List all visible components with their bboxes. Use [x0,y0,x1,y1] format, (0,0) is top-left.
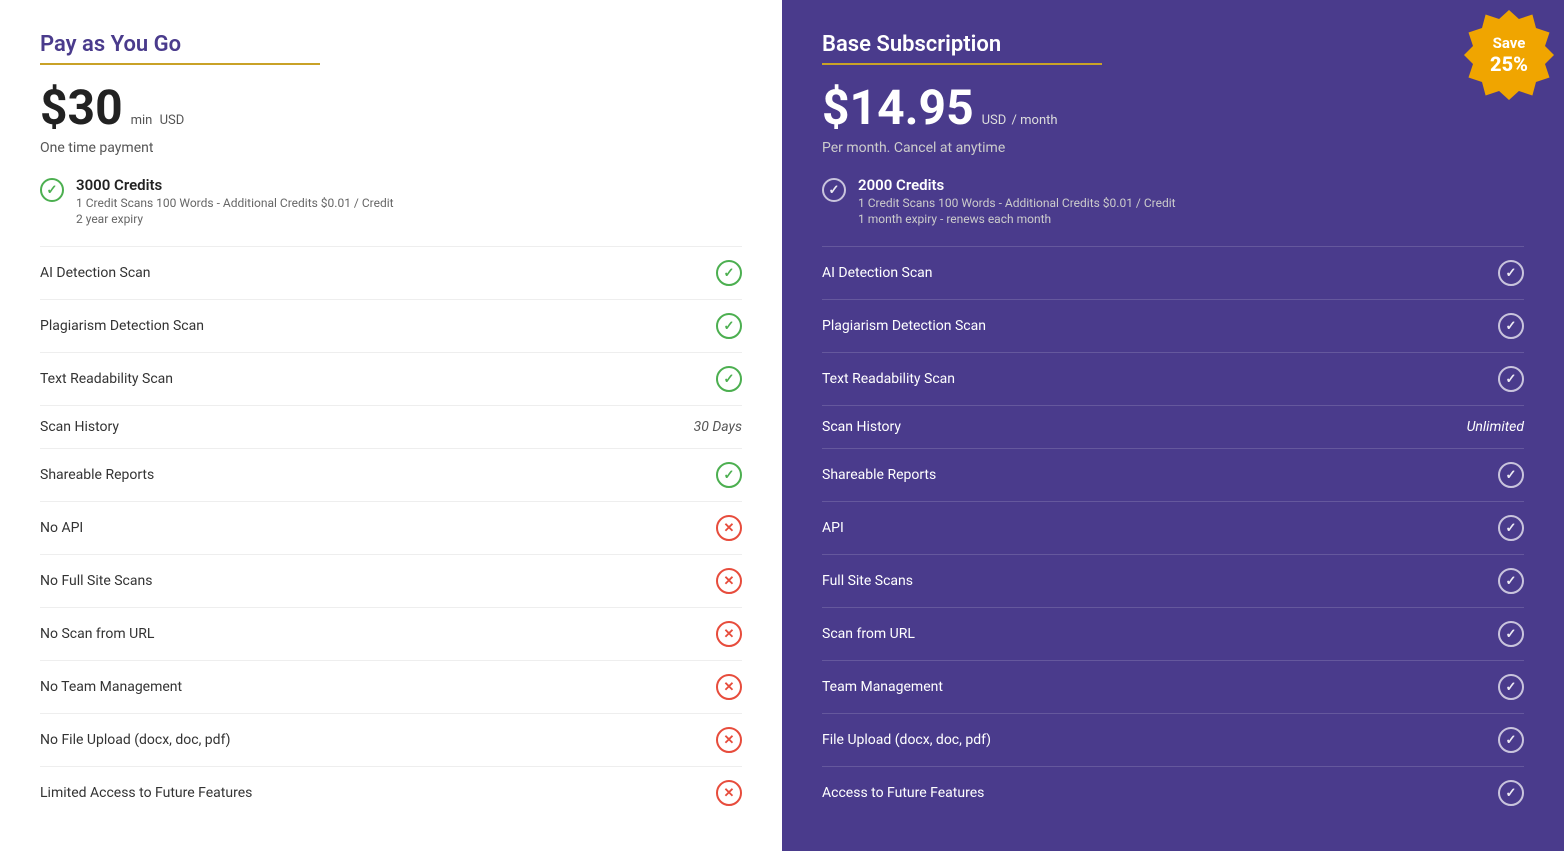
right-credits-detail2: 1 month expiry - renews each month [858,212,1176,226]
right-feature-icon [1498,568,1524,594]
left-feature-icon [716,727,742,753]
left-feature-row: No Team Management [40,660,742,713]
left-features-list: AI Detection Scan Plagiarism Detection Sc… [40,246,742,819]
right-feature-label: Scan from URL [822,626,915,642]
right-price-amount: $14.95 [822,79,974,136]
right-credits-block: 2000 Credits 1 Credit Scans 100 Words - … [822,176,1524,226]
left-feature-label: No File Upload (docx, doc, pdf) [40,732,230,748]
left-feature-row: No File Upload (docx, doc, pdf) [40,713,742,766]
left-feature-value: 30 Days [694,419,742,435]
right-feature-row: Text Readability Scan [822,352,1524,405]
left-feature-icon [716,780,742,806]
right-feature-icon [1498,366,1524,392]
right-feature-label: AI Detection Scan [822,265,933,281]
right-price-sub: Per month. Cancel at anytime [822,140,1524,156]
right-feature-icon [1498,727,1524,753]
right-feature-label: Team Management [822,679,943,695]
left-feature-row: AI Detection Scan [40,246,742,299]
left-credits-block: 3000 Credits 1 Credit Scans 100 Words - … [40,176,742,226]
left-price-sub: One time payment [40,140,742,156]
right-feature-icon [1498,260,1524,286]
right-feature-label: Text Readability Scan [822,371,955,387]
left-feature-label: Plagiarism Detection Scan [40,318,204,334]
right-feature-row: Scan History Unlimited [822,405,1524,448]
left-feature-row: No API [40,501,742,554]
save-badge-line1: Save [1493,34,1526,52]
right-feature-row: Access to Future Features [822,766,1524,819]
right-feature-row: Full Site Scans [822,554,1524,607]
left-feature-label: Scan History [40,419,119,435]
left-title-underline [40,63,320,65]
right-feature-row: Scan from URL [822,607,1524,660]
right-feature-label: API [822,520,844,536]
left-feature-row: Plagiarism Detection Scan [40,299,742,352]
right-panel: Save 25% Base Subscription $14.95 USD / … [782,0,1564,851]
left-feature-icon [716,515,742,541]
left-feature-icon [716,568,742,594]
left-feature-icon [716,260,742,286]
left-feature-icon [716,674,742,700]
left-feature-label: No API [40,520,83,536]
left-price-row: $30 min USD [40,79,742,136]
left-feature-row: Scan History 30 Days [40,405,742,448]
right-feature-row: Team Management [822,660,1524,713]
right-features-list: AI Detection Scan Plagiarism Detection Sc… [822,246,1524,819]
right-feature-row: Plagiarism Detection Scan [822,299,1524,352]
right-feature-icon [1498,621,1524,647]
left-feature-icon [716,462,742,488]
right-feature-label: File Upload (docx, doc, pdf) [822,732,991,748]
right-feature-label: Shareable Reports [822,467,936,483]
right-feature-icon [1498,313,1524,339]
right-feature-icon [1498,780,1524,806]
left-feature-row: No Scan from URL [40,607,742,660]
right-feature-icon [1498,515,1524,541]
save-badge-line2: 25% [1490,52,1528,76]
right-feature-label: Plagiarism Detection Scan [822,318,986,334]
left-plan-title: Pay as You Go [40,32,742,57]
left-price-suffix: min USD [131,113,185,128]
left-feature-label: Shareable Reports [40,467,154,483]
right-feature-row: File Upload (docx, doc, pdf) [822,713,1524,766]
right-feature-label: Full Site Scans [822,573,913,589]
right-price-label: USD / month [982,113,1058,128]
right-feature-icon [1498,462,1524,488]
right-plan-title: Base Subscription [822,32,1524,57]
right-price-row: $14.95 USD / month [822,79,1524,136]
left-feature-label: Limited Access to Future Features [40,785,252,801]
right-feature-row: AI Detection Scan [822,246,1524,299]
left-feature-icon [716,366,742,392]
right-feature-row: API [822,501,1524,554]
right-credits-detail1: 1 Credit Scans 100 Words - Additional Cr… [858,196,1176,210]
left-feature-label: Text Readability Scan [40,371,173,387]
left-feature-icon [716,313,742,339]
left-credits-detail1: 1 Credit Scans 100 Words - Additional Cr… [76,196,394,210]
left-credits-detail2: 2 year expiry [76,212,394,226]
left-feature-label: No Full Site Scans [40,573,152,589]
left-feature-row: Shareable Reports [40,448,742,501]
left-feature-row: Limited Access to Future Features [40,766,742,819]
left-feature-row: No Full Site Scans [40,554,742,607]
left-feature-row: Text Readability Scan [40,352,742,405]
right-credits-check-icon [822,178,846,202]
left-feature-icon [716,621,742,647]
right-title-underline [822,63,1102,65]
left-feature-label: No Team Management [40,679,182,695]
right-feature-label: Access to Future Features [822,785,984,801]
left-panel: Pay as You Go $30 min USD One time payme… [0,0,782,851]
right-feature-value: Unlimited [1467,419,1524,435]
right-feature-label: Scan History [822,419,901,435]
left-credits-check-icon [40,178,64,202]
right-feature-row: Shareable Reports [822,448,1524,501]
right-feature-icon [1498,674,1524,700]
left-price-amount: $30 [40,79,123,136]
left-credits-amount: 3000 Credits [76,176,394,194]
right-credits-amount: 2000 Credits [858,176,1176,194]
left-feature-label: AI Detection Scan [40,265,151,281]
left-feature-label: No Scan from URL [40,626,154,642]
